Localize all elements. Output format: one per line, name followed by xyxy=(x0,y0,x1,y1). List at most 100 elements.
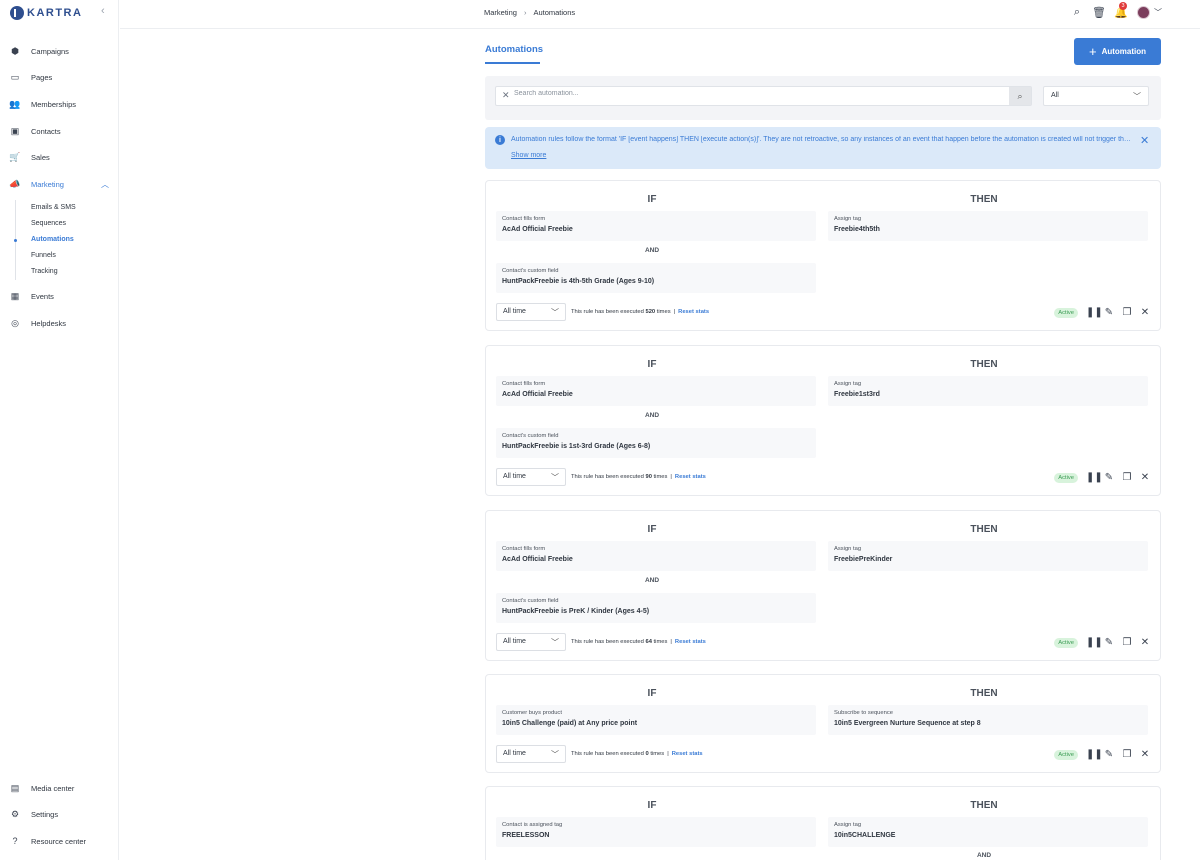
condition-label: Contact fills form xyxy=(502,381,546,387)
copy-icon[interactable]: ❐ xyxy=(1122,472,1132,483)
sidebar-item-label: Events xyxy=(31,292,54,302)
reset-stats-link[interactable]: Reset stats xyxy=(678,309,709,315)
show-more-link[interactable]: Show more xyxy=(511,152,546,159)
sidebar-item-resource-center[interactable]: ? Resource center xyxy=(0,828,118,855)
time-range-select[interactable]: All time ﹀ xyxy=(496,745,566,763)
sidebar-item-sales[interactable]: 🛒 Sales xyxy=(0,144,118,171)
clear-search-icon[interactable]: ✕ xyxy=(502,90,510,101)
status-filter-select[interactable]: All ﹀ xyxy=(1043,86,1149,106)
delete-icon[interactable]: ✕ xyxy=(1140,472,1150,483)
copy-icon[interactable]: ❐ xyxy=(1122,637,1132,648)
sidebar: KARTRA ‹ ⬢ Campaigns ▭ Pages 👥 Membershi… xyxy=(0,0,119,860)
chevron-down-icon[interactable]: ﹀ xyxy=(1154,7,1162,18)
logo[interactable]: KARTRA xyxy=(10,5,82,21)
exec-suffix: times xyxy=(653,639,668,645)
search-button[interactable]: ⌕ xyxy=(1009,87,1031,105)
rule-footer: All time ﹀ This rule has been executed 5… xyxy=(496,303,709,321)
breadcrumb-marketing[interactable]: Marketing xyxy=(484,8,517,17)
sidebar-item-marketing[interactable]: 📣 Marketing ︿ xyxy=(0,171,118,198)
and-connector: AND xyxy=(644,577,660,584)
time-range-value: All time xyxy=(503,473,526,480)
search-input[interactable] xyxy=(514,90,994,97)
reset-stats-link[interactable]: Reset stats xyxy=(675,639,706,645)
plus-icon: + xyxy=(1088,44,1097,59)
pause-icon[interactable]: ❚❚ xyxy=(1086,472,1103,483)
trash-icon[interactable]: 🗑 xyxy=(1092,7,1106,19)
edit-icon[interactable]: ✎ xyxy=(1104,749,1114,760)
delete-icon[interactable]: ✕ xyxy=(1140,637,1150,648)
reset-stats-link[interactable]: Reset stats xyxy=(672,751,703,757)
subnav-funnels[interactable]: Funnels xyxy=(31,248,118,264)
reset-stats-link[interactable]: Reset stats xyxy=(675,474,706,480)
subnav-automations[interactable]: Automations xyxy=(14,232,118,248)
collapse-sidebar-icon[interactable]: ‹ xyxy=(101,5,105,17)
condition-label: Contact's custom field xyxy=(502,433,559,439)
rule-footer: All time ﹀ This rule has been executed 0… xyxy=(496,745,703,763)
if-condition[interactable]: Contact's custom field HuntPackFreebie i… xyxy=(496,263,816,293)
search-icon[interactable]: ⌕ xyxy=(1071,6,1083,19)
pause-icon[interactable]: ❚❚ xyxy=(1086,307,1103,318)
condition-label: Contact is assigned tag xyxy=(502,822,563,828)
time-range-value: All time xyxy=(503,308,526,315)
if-condition[interactable]: Customer buys product 10in5 Challenge (p… xyxy=(496,705,816,735)
then-action[interactable]: Assign tag Freebie4th5th xyxy=(828,211,1148,241)
sidebar-item-memberships[interactable]: 👥 Memberships xyxy=(0,91,118,118)
sidebar-item-settings[interactable]: ⚙ Settings xyxy=(0,802,118,829)
divider: | xyxy=(673,309,676,315)
app-root: KARTRA ‹ ⬢ Campaigns ▭ Pages 👥 Membershi… xyxy=(0,0,1200,860)
breadcrumb-automations: Automations xyxy=(533,8,576,17)
edit-icon[interactable]: ✎ xyxy=(1104,472,1114,483)
sidebar-item-events[interactable]: ▦ Events xyxy=(0,284,118,311)
browser-icon: ▭ xyxy=(10,72,20,83)
subnav-tracking[interactable]: Tracking xyxy=(31,264,118,280)
delete-icon[interactable]: ✕ xyxy=(1140,307,1150,318)
then-action[interactable]: Assign tag 10in5CHALLENGE xyxy=(828,817,1148,847)
time-range-select[interactable]: All time ﹀ xyxy=(496,633,566,651)
execution-stats: This rule has been executed 0 times | Rese… xyxy=(571,751,703,757)
copy-icon[interactable]: ❐ xyxy=(1122,307,1132,318)
tab-automations[interactable]: Automations xyxy=(485,44,543,64)
if-condition[interactable]: Contact's custom field HuntPackFreebie i… xyxy=(496,593,816,623)
then-action[interactable]: Subscribe to sequence 10in5 Evergreen Nu… xyxy=(828,705,1148,735)
sidebar-item-helpdesks[interactable]: ◎ Helpdesks xyxy=(0,310,118,337)
condition-value: AcAd Official Freebie xyxy=(502,391,573,398)
bottom-nav: ▤ Media center ⚙ Settings ? Resource cen… xyxy=(0,775,118,855)
add-automation-button[interactable]: + Automation xyxy=(1074,38,1161,65)
sidebar-item-media-center[interactable]: ▤ Media center xyxy=(0,775,118,802)
exec-suffix: times xyxy=(653,474,668,480)
sidebar-item-pages[interactable]: ▭ Pages xyxy=(0,65,118,92)
subnav-emails-sms[interactable]: Emails & SMS xyxy=(31,200,118,216)
automation-rule: IF THEN Contact fills form AcAd Official… xyxy=(485,345,1161,496)
if-condition[interactable]: Contact fills form AcAd Official Freebie xyxy=(496,376,816,406)
time-range-select[interactable]: All time ﹀ xyxy=(496,468,566,486)
sidebar-item-contacts[interactable]: ▣ Contacts xyxy=(0,118,118,145)
close-icon[interactable]: ✕ xyxy=(1140,134,1149,147)
chevron-up-icon: ︿ xyxy=(101,179,109,189)
action-value: 10in5CHALLENGE xyxy=(834,832,896,839)
divider: | xyxy=(670,639,672,645)
pause-icon[interactable]: ❚❚ xyxy=(1086,749,1103,760)
status-badge: Active xyxy=(1054,637,1078,648)
sidebar-item-campaigns[interactable]: ⬢ Campaigns xyxy=(0,38,118,65)
pause-icon[interactable]: ❚❚ xyxy=(1086,637,1103,648)
subnav-sequences[interactable]: Sequences xyxy=(31,216,118,232)
then-action[interactable]: Assign tag FreebiePreKinder xyxy=(828,541,1148,571)
bell-icon[interactable]: 🔔 3 xyxy=(1114,1,1128,19)
automation-rule: IF THEN Contact fills form AcAd Official… xyxy=(485,510,1161,661)
search-box: ✕ ⌕ xyxy=(495,86,1032,106)
delete-icon[interactable]: ✕ xyxy=(1140,749,1150,760)
time-range-select[interactable]: All time ﹀ xyxy=(496,303,566,321)
edit-icon[interactable]: ✎ xyxy=(1104,637,1114,648)
edit-icon[interactable]: ✎ xyxy=(1104,307,1114,318)
action-value: 10in5 Evergreen Nurture Sequence at step… xyxy=(834,720,981,727)
if-condition[interactable]: Contact's custom field HuntPackFreebie i… xyxy=(496,428,816,458)
copy-icon[interactable]: ❐ xyxy=(1122,749,1132,760)
if-condition[interactable]: Contact fills form AcAd Official Freebie xyxy=(496,211,816,241)
avatar[interactable] xyxy=(1137,6,1150,19)
then-heading: THEN xyxy=(970,688,998,699)
then-action[interactable]: Assign tag Freebie1st3rd xyxy=(828,376,1148,406)
if-condition[interactable]: Contact fills form AcAd Official Freebie xyxy=(496,541,816,571)
main-nav: ⬢ Campaigns ▭ Pages 👥 Memberships ▣ Cont… xyxy=(0,38,118,337)
if-condition[interactable]: Contact is assigned tag FREELESSON xyxy=(496,817,816,847)
if-heading: IF xyxy=(647,800,657,811)
